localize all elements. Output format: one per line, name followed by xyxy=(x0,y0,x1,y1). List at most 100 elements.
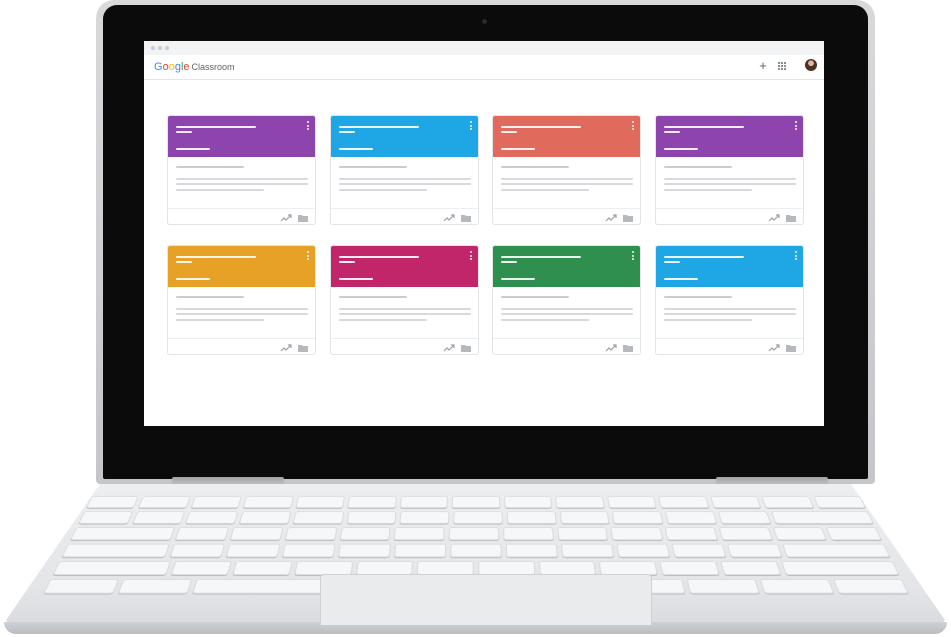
trend-icon[interactable] xyxy=(280,344,292,352)
keyboard-key xyxy=(131,511,186,524)
trend-icon[interactable] xyxy=(768,344,780,352)
apps-grid-icon[interactable] xyxy=(778,62,786,70)
keyboard xyxy=(43,496,909,594)
keyboard-key xyxy=(175,527,230,541)
avatar[interactable] xyxy=(805,59,817,71)
folder-icon[interactable] xyxy=(298,344,308,352)
folder-icon[interactable] xyxy=(786,344,796,352)
screen: Google Classroom + xyxy=(144,41,824,426)
folder-icon[interactable] xyxy=(623,344,633,352)
trend-icon[interactable] xyxy=(443,344,455,352)
folder-icon[interactable] xyxy=(461,344,471,352)
class-section-placeholder xyxy=(664,261,680,263)
class-card[interactable] xyxy=(492,245,641,355)
keyboard-key xyxy=(138,496,191,509)
keyboard-key xyxy=(448,527,500,541)
assignment-line-placeholder xyxy=(176,189,264,191)
class-title-placeholder xyxy=(176,256,256,258)
assignment-line-placeholder xyxy=(664,319,752,321)
class-section-placeholder xyxy=(339,261,355,263)
more-vert-icon[interactable] xyxy=(632,121,634,130)
window-dot[interactable] xyxy=(165,46,169,50)
class-teacher-placeholder xyxy=(501,148,535,150)
due-label-placeholder xyxy=(176,166,244,168)
keyboard-key xyxy=(453,511,503,524)
keyboard-key xyxy=(555,496,605,509)
trend-icon[interactable] xyxy=(605,344,617,352)
more-vert-icon[interactable] xyxy=(795,251,797,260)
class-card[interactable] xyxy=(330,115,479,225)
folder-icon[interactable] xyxy=(298,214,308,222)
window-dot[interactable] xyxy=(158,46,162,50)
keyboard-key xyxy=(825,527,883,541)
assignment-line-placeholder xyxy=(339,183,471,185)
keyboard-key xyxy=(393,543,447,558)
keyboard-key xyxy=(478,560,536,576)
product-name: Classroom xyxy=(191,62,235,72)
folder-icon[interactable] xyxy=(786,214,796,222)
class-card[interactable] xyxy=(655,115,804,225)
class-card-header[interactable] xyxy=(331,116,478,157)
class-card-header[interactable] xyxy=(493,116,640,157)
keyboard-key xyxy=(293,560,353,576)
keyboard-key xyxy=(229,527,284,541)
keyboard-key xyxy=(726,543,783,558)
class-card-header[interactable] xyxy=(656,246,803,287)
keyboard-key xyxy=(503,496,553,509)
keyboard-key xyxy=(284,527,338,541)
class-card[interactable] xyxy=(655,245,804,355)
google-wordmark: Google xyxy=(154,61,190,73)
window-dot[interactable] xyxy=(151,46,155,50)
more-vert-icon[interactable] xyxy=(470,121,472,130)
class-card-footer xyxy=(168,338,315,354)
keyboard-row xyxy=(85,496,867,509)
plus-icon[interactable]: + xyxy=(756,59,770,73)
class-card[interactable] xyxy=(167,115,316,225)
class-card[interactable] xyxy=(330,245,479,355)
class-card-header[interactable] xyxy=(168,116,315,157)
class-card-footer xyxy=(168,208,315,224)
keyboard-key xyxy=(717,511,771,524)
trend-icon[interactable] xyxy=(768,214,780,222)
class-card-header[interactable] xyxy=(331,246,478,287)
more-vert-icon[interactable] xyxy=(795,121,797,130)
keyboard-key xyxy=(606,496,657,509)
keyboard-key xyxy=(169,543,226,558)
due-label-placeholder xyxy=(339,296,407,298)
google-classroom-logo[interactable]: Google Classroom xyxy=(154,60,235,74)
due-label-placeholder xyxy=(664,166,732,168)
folder-icon[interactable] xyxy=(623,214,633,222)
trend-icon[interactable] xyxy=(443,214,455,222)
folder-icon[interactable] xyxy=(461,214,471,222)
trend-icon[interactable] xyxy=(605,214,617,222)
more-vert-icon[interactable] xyxy=(307,121,309,130)
keyboard-key xyxy=(611,511,664,524)
class-card[interactable] xyxy=(167,245,316,355)
class-teacher-placeholder xyxy=(501,278,535,280)
keyboard-key xyxy=(664,527,718,541)
keyboard-key xyxy=(538,560,597,576)
keyboard-key xyxy=(832,578,909,594)
more-vert-icon[interactable] xyxy=(307,251,309,260)
keyboard-key xyxy=(399,496,449,509)
assignment-line-placeholder xyxy=(176,313,308,315)
more-vert-icon[interactable] xyxy=(632,251,634,260)
class-card-header[interactable] xyxy=(168,246,315,287)
keyboard-key xyxy=(772,527,828,541)
assignment-line-placeholder xyxy=(664,189,752,191)
class-teacher-placeholder xyxy=(176,148,210,150)
class-title-placeholder xyxy=(501,256,581,258)
webcam xyxy=(482,19,487,24)
class-teacher-placeholder xyxy=(176,278,210,280)
class-card-header[interactable] xyxy=(656,116,803,157)
class-card-footer xyxy=(331,338,478,354)
keyboard-key xyxy=(505,543,559,558)
class-card-header[interactable] xyxy=(493,246,640,287)
assignment-line-placeholder xyxy=(176,319,264,321)
keyboard-key xyxy=(170,560,233,576)
more-vert-icon[interactable] xyxy=(470,251,472,260)
keyboard-key xyxy=(556,527,609,541)
class-card[interactable] xyxy=(492,115,641,225)
trend-icon[interactable] xyxy=(280,214,292,222)
assignment-line-placeholder xyxy=(339,308,471,310)
